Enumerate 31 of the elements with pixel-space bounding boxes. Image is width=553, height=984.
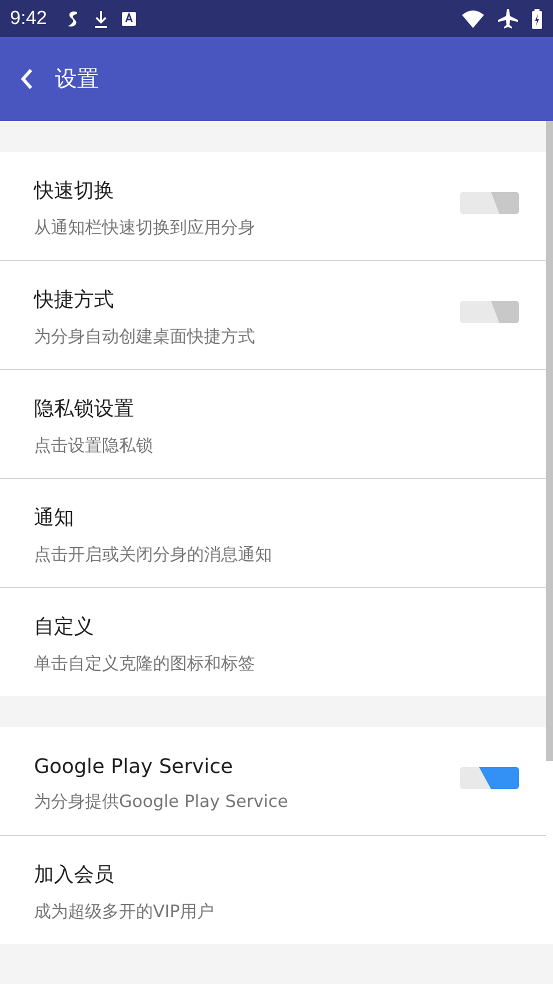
settings-item[interactable]: 通知 点击开启或关闭分身的消息通知	[0, 479, 546, 588]
item-title: 快捷方式	[34, 286, 115, 313]
settings-item[interactable]: 加入会员 成为超级多开的VIP用户	[0, 836, 546, 944]
item-subtitle: 为分身提供Google Play Service	[34, 790, 290, 812]
item-subtitle: 从通知栏快速切换到应用分身	[34, 217, 256, 239]
item-subtitle: 成为超级多开的VIP用户	[34, 901, 215, 923]
item-subtitle: 单击自定义克隆的图标和标签	[34, 653, 256, 675]
toggle-switch[interactable]	[460, 767, 519, 789]
settings-item[interactable]: 快捷方式 为分身自动创建桌面快捷方式	[0, 261, 546, 370]
battery-icon	[531, 8, 543, 30]
toggle-switch[interactable]	[460, 301, 519, 323]
page-title: 设置	[55, 66, 99, 94]
item-title: 快速切换	[34, 177, 115, 204]
download-icon	[92, 8, 109, 28]
item-subtitle: 点击设置隐私锁	[34, 435, 154, 457]
settings-item[interactable]: 快速切换 从通知栏快速切换到应用分身	[0, 152, 546, 261]
item-title: Google Play Service	[34, 754, 234, 778]
wifi-icon	[461, 8, 485, 28]
item-title: 自定义	[34, 613, 95, 640]
settings-item[interactable]: 自定义 单击自定义克隆的图标和标签	[0, 588, 546, 696]
settings-item[interactable]: Google Play Service 为分身提供Google Play Service	[0, 727, 546, 836]
item-title: 加入会员	[34, 861, 115, 888]
back-icon[interactable]	[19, 67, 35, 91]
settings-item[interactable]: 隐私锁设置 点击设置隐私锁	[0, 370, 546, 479]
item-subtitle: 为分身自动创建桌面快捷方式	[34, 326, 256, 348]
status-time: 9:42	[10, 8, 47, 30]
toggle-switch[interactable]	[460, 192, 519, 214]
item-title: 隐私锁设置	[34, 395, 135, 422]
airplane-icon	[497, 8, 519, 30]
item-subtitle: 点击开启或关闭分身的消息通知	[34, 544, 273, 566]
item-title: 通知	[34, 504, 75, 531]
